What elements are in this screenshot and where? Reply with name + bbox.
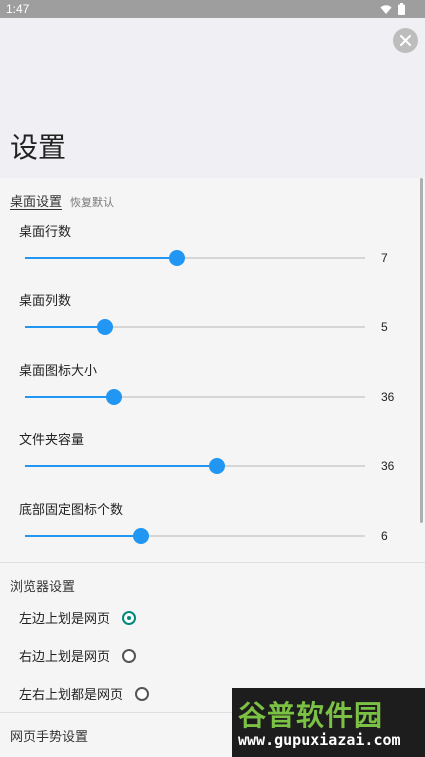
radio-option-both-swipe[interactable]: 左右上划都是网页 — [19, 684, 150, 703]
slider-thumb[interactable] — [209, 458, 226, 474]
wifi-icon — [380, 4, 392, 14]
close-icon — [400, 35, 411, 46]
radio-label: 左右上划都是网页 — [19, 688, 124, 703]
radio-button[interactable] — [122, 648, 137, 663]
settings-header: 设置 — [0, 18, 425, 178]
slider-value-rows: 7 — [381, 251, 388, 265]
reset-default-link[interactable]: 恢复默认 — [70, 196, 114, 209]
page-title: 设置 — [10, 131, 67, 164]
slider-label-dock-icons: 底部固定图标个数 — [19, 503, 124, 518]
browser-section-title: 浏览器设置 — [10, 580, 76, 595]
gesture-section-title: 网页手势设置 — [10, 730, 89, 745]
desktop-section-title[interactable]: 桌面设置 — [10, 195, 62, 210]
slider-label-rows: 桌面行数 — [19, 225, 72, 240]
scrollbar[interactable] — [420, 178, 423, 523]
slider-value-columns: 5 — [381, 320, 388, 334]
site-watermark: 谷普软件园 www.gupuxiazai.com — [232, 688, 425, 757]
slider-value-dock-icons: 6 — [381, 529, 388, 543]
slider-value-folder-capacity: 36 — [381, 459, 395, 473]
status-bar: 1:47 — [0, 0, 425, 18]
watermark-logo: 谷普软件园 — [238, 699, 384, 732]
slider-value-icon-size: 36 — [381, 390, 395, 404]
slider-icon-size[interactable] — [25, 385, 365, 409]
status-time: 1:47 — [6, 2, 30, 16]
slider-thumb[interactable] — [106, 389, 123, 405]
slider-label-folder-capacity: 文件夹容量 — [19, 433, 85, 448]
slider-label-columns: 桌面列数 — [19, 294, 72, 309]
slider-thumb[interactable] — [169, 250, 186, 266]
radio-label: 左边上划是网页 — [19, 612, 111, 627]
close-button[interactable] — [393, 28, 418, 53]
radio-option-right-swipe[interactable]: 右边上划是网页 — [19, 646, 137, 665]
radio-option-left-swipe[interactable]: 左边上划是网页 — [19, 608, 137, 627]
radio-button[interactable] — [122, 610, 137, 625]
slider-folder-capacity[interactable] — [25, 454, 365, 478]
radio-label: 右边上划是网页 — [19, 650, 111, 665]
slider-columns[interactable] — [25, 315, 365, 339]
slider-rows[interactable] — [25, 246, 365, 270]
radio-button[interactable] — [135, 686, 150, 701]
slider-label-icon-size: 桌面图标大小 — [19, 364, 98, 379]
slider-thumb[interactable] — [96, 319, 113, 335]
battery-icon — [398, 3, 405, 15]
divider — [0, 562, 425, 563]
desktop-section-header: 桌面设置 恢复默认 — [10, 191, 114, 210]
slider-dock-icons[interactable] — [25, 524, 365, 548]
watermark-url: www.gupuxiazai.com — [238, 731, 401, 749]
slider-thumb[interactable] — [133, 528, 150, 544]
